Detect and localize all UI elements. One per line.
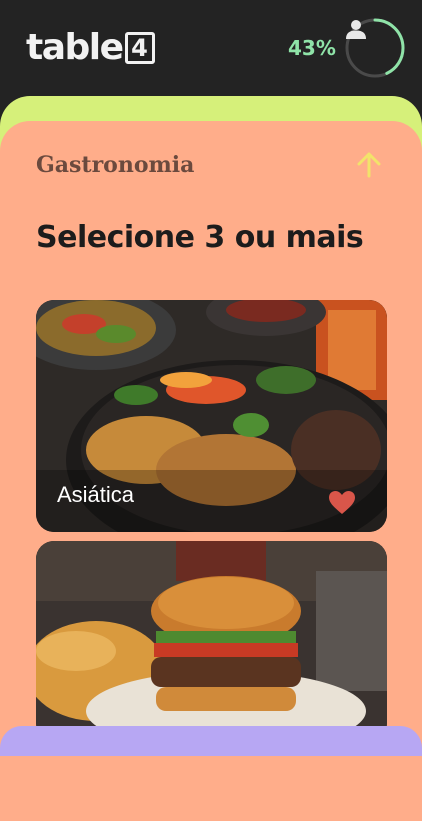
logo-text: table <box>26 27 124 68</box>
food-image <box>36 541 387 741</box>
app-logo: table 4 <box>26 28 155 68</box>
category-card-2[interactable] <box>36 541 387 741</box>
heart-icon[interactable] <box>328 490 356 516</box>
logo-box: 4 <box>124 32 155 64</box>
bottom-layer-purple <box>0 726 422 756</box>
top-bar: table 4 43% <box>0 0 422 96</box>
page-headline: Selecione 3 ou mais <box>36 220 364 255</box>
category-card-asiatica[interactable]: Asiática <box>36 300 387 532</box>
card-label: Asiática <box>57 482 135 507</box>
section-title: Gastronomia <box>36 152 195 178</box>
profile-button[interactable] <box>344 17 406 79</box>
user-icon <box>346 20 366 39</box>
arrow-up-icon[interactable] <box>354 150 384 180</box>
progress-percent: 43% <box>288 36 336 60</box>
